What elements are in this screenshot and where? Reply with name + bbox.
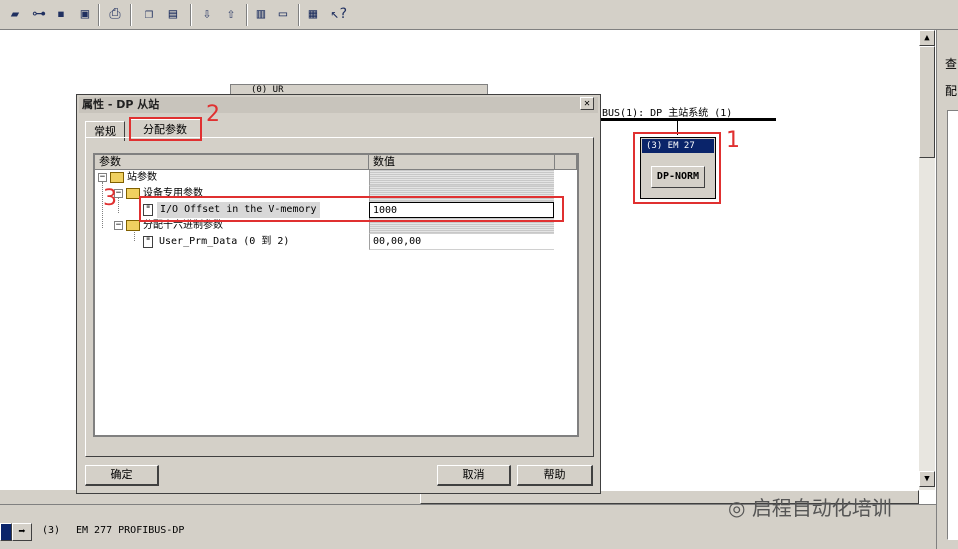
collapse-icon[interactable]: − (98, 173, 107, 182)
annotation-number: 3 (103, 186, 117, 211)
bus-label: BUS(1): DP 主站系统 (1) (602, 108, 733, 119)
close-icon[interactable]: ✕ (580, 97, 594, 110)
column-header-value[interactable]: 数值 (369, 155, 555, 170)
toolbar-separator (298, 4, 300, 26)
properties-dialog: 属性 - DP 从站 ✕ 常规 分配参数 参数 数值 − 站参数 − 设备专用参… (76, 94, 601, 494)
column-header-param[interactable]: 参数 (95, 155, 369, 170)
watermark-text: 启程自动化培训 (751, 496, 892, 520)
upload-icon[interactable]: ⇧ (222, 5, 240, 23)
param-value[interactable]: 00,00,00 (369, 234, 554, 250)
open-icon[interactable]: ▰ (6, 5, 24, 23)
download-icon[interactable]: ⇩ (198, 5, 216, 23)
network-icon[interactable]: ⊶ (30, 5, 48, 23)
copy-icon[interactable]: ❐ (140, 5, 158, 23)
collapse-icon[interactable]: − (114, 221, 123, 230)
param-value (369, 170, 554, 186)
param-name: 站参数 (127, 172, 157, 183)
tree-row[interactable]: − 站参数 (95, 170, 554, 186)
toolbar-separator (130, 4, 132, 26)
wechat-icon: ◎ (728, 496, 746, 520)
scroll-down-icon[interactable]: ▼ (919, 471, 935, 487)
status-slot: (3) (42, 525, 61, 536)
right-panel-tree[interactable] (947, 110, 958, 540)
vertical-scrollbar[interactable]: ▲ ▼ (919, 30, 935, 490)
status-module: EM 277 PROFIBUS-DP (76, 525, 185, 536)
right-panel-label: 配 (945, 84, 958, 98)
param-name: User_Prm_Data (0 到 2) (159, 236, 290, 247)
annotation-number: 1 (726, 128, 740, 153)
watermark: ◎ 启程自动化培训 (728, 492, 892, 521)
paste-icon[interactable]: ▤ (164, 5, 182, 23)
dialog-title: 属性 - DP 从站 (79, 97, 598, 113)
folder-icon (110, 172, 124, 183)
profibus-line (598, 118, 776, 121)
right-panel: 查 配 (936, 30, 958, 549)
annotation-box-row (139, 196, 564, 222)
slot-selector-icon[interactable] (0, 523, 12, 541)
save-download-icon[interactable]: ▣ (76, 5, 94, 23)
arrow-right-icon[interactable]: ➡ (12, 523, 32, 541)
folder-icon (126, 188, 140, 199)
tree-row[interactable]: ≡ User_Prm_Data (0 到 2) 00,00,00 (95, 234, 554, 250)
help-button[interactable]: 帮助 (517, 465, 593, 486)
print-icon[interactable]: ⎙ (106, 5, 124, 23)
ok-button[interactable]: 确定 (85, 465, 159, 486)
toolbar-separator (246, 4, 248, 26)
folder-icon (126, 220, 140, 231)
catalog-icon[interactable]: ▥ (252, 5, 270, 23)
annotation-box-tab (129, 117, 202, 141)
toolbar-separator (98, 4, 100, 26)
annotation-box-station (633, 132, 721, 204)
window-icon[interactable]: ▭ (274, 5, 292, 23)
annotation-number: 2 (206, 102, 220, 127)
config-icon[interactable]: ▦ (304, 5, 322, 23)
cancel-button[interactable]: 取消 (437, 465, 511, 486)
scroll-up-icon[interactable]: ▲ (919, 30, 935, 46)
toolbar: ▰ ⊶ ▪ ▣ ⎙ ❐ ▤ ⇩ ⇧ ▥ ▭ ▦ ↖? (0, 0, 958, 30)
help-pointer-icon[interactable]: ↖? (330, 5, 348, 23)
column-header-filler (555, 155, 577, 170)
right-panel-label: 查 (945, 57, 958, 71)
document-icon: ≡ (143, 236, 153, 248)
save-icon[interactable]: ▪ (52, 5, 70, 23)
toolbar-separator (190, 4, 192, 26)
scroll-thumb[interactable] (919, 46, 935, 158)
